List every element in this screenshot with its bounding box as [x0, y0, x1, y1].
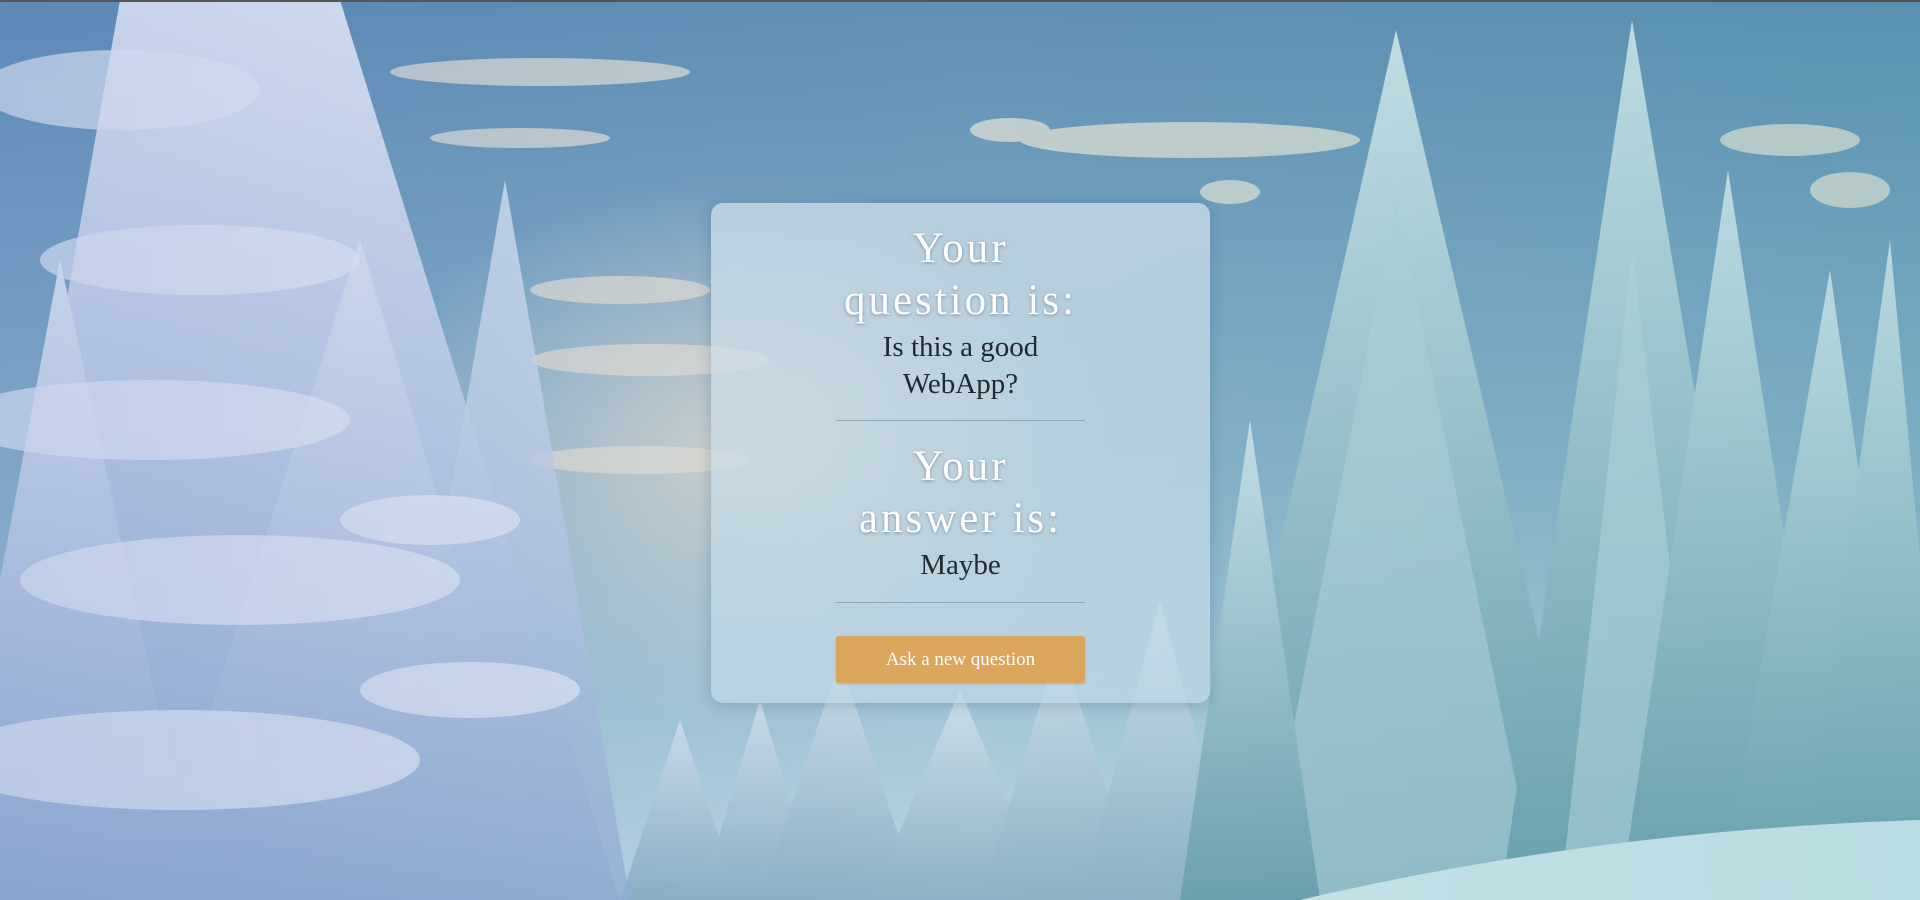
result-card: Your question is: Is this a good WebApp?…	[711, 203, 1210, 703]
divider-top	[836, 420, 1085, 421]
answer-heading-line1: Your	[912, 443, 1009, 490]
question-text-line2: WebApp?	[902, 368, 1019, 400]
divider-bottom	[836, 602, 1085, 603]
question-heading-line2: question is:	[843, 277, 1078, 324]
answer-heading-line2: answer is:	[858, 495, 1063, 542]
question-text-line1: Is this a good	[882, 331, 1039, 363]
top-border	[0, 0, 1920, 2]
ask-new-question-button[interactable]: Ask a new question	[836, 636, 1085, 683]
answer-heading: Your answer is:	[711, 441, 1210, 545]
question-heading-line1: Your	[912, 225, 1009, 272]
question-heading: Your question is:	[711, 223, 1210, 327]
answer-text: Maybe	[920, 549, 1001, 581]
question-text: Is this a good WebApp?	[711, 329, 1210, 403]
